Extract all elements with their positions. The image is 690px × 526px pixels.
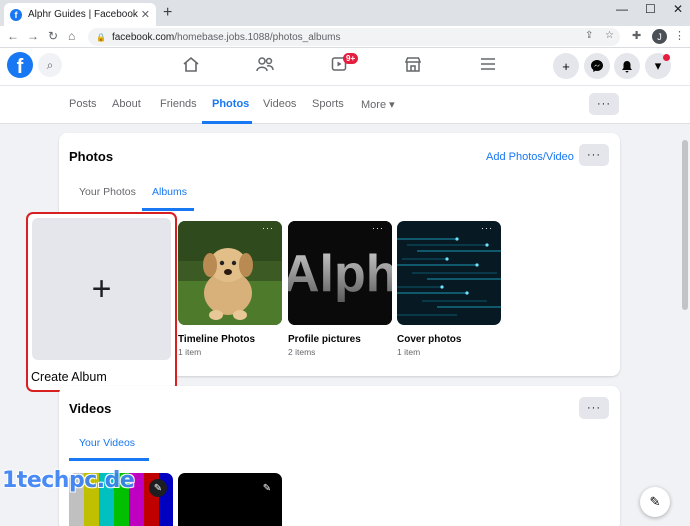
extensions-puzzle-icon[interactable]: ✚ [632, 29, 641, 42]
tab-friends[interactable]: Friends [160, 98, 197, 110]
album-cover-photos[interactable]: ··· Cover photos 1 item [397, 221, 501, 357]
marketplace-nav-icon[interactable] [404, 56, 422, 77]
friends-nav-icon[interactable] [256, 56, 274, 77]
facebook-favicon-icon: f [10, 8, 22, 21]
photos-card-title: Photos [69, 149, 114, 164]
facebook-logo[interactable]: f [7, 52, 33, 78]
edit-pencil-icon[interactable]: ✎ [258, 479, 276, 497]
compose-message-icon[interactable]: ✎ [640, 487, 670, 517]
url-path: /homebase.jobs.1088/photos_albums [174, 31, 341, 43]
album-options-icon[interactable]: ··· [262, 223, 274, 233]
album-thumbnail[interactable]: ··· [178, 221, 282, 325]
album-count: 1 item [178, 347, 202, 357]
create-plus-icon[interactable]: + [553, 53, 579, 79]
thumbnail-text: Alph [288, 245, 392, 303]
album-thumbnail[interactable]: ··· [397, 221, 501, 325]
search-icon[interactable]: ⌕ [38, 53, 62, 77]
tab-close-icon[interactable]: ✕ [141, 8, 150, 21]
home-nav-icon[interactable] [182, 56, 200, 77]
window-close-icon[interactable]: ✕ [673, 2, 683, 16]
minimize-icon[interactable]: — [616, 2, 628, 16]
create-album-label: Create Album [31, 370, 107, 384]
browser-tab[interactable]: f Alphr Guides | Facebook ✕ [4, 3, 156, 26]
create-album-plus-icon: + [32, 218, 171, 360]
tab-videos[interactable]: Videos [263, 98, 296, 110]
browser-tab-title: Alphr Guides | Facebook [28, 9, 138, 20]
video-thumbnail-black[interactable]: ✎ [178, 473, 282, 526]
subtab-your-photos[interactable]: Your Photos [79, 186, 136, 198]
circuit-photo [397, 221, 501, 325]
album-timeline-photos[interactable]: ··· Timeline Photos 1 item [178, 221, 282, 357]
alphr-logo-thumbnail: Alph [288, 221, 392, 325]
tab-photos[interactable]: Photos [212, 98, 249, 110]
videos-card-title: Videos [69, 401, 112, 416]
album-thumbnail[interactable]: Alph ··· [288, 221, 392, 325]
forward-icon[interactable]: → [27, 29, 39, 43]
watermark-text: 1techpc.de [2, 468, 135, 493]
album-profile-pictures[interactable]: Alph ··· Profile pictures 2 items [288, 221, 392, 357]
active-tab-indicator [202, 121, 252, 124]
tab-more[interactable]: More ▾ [361, 98, 395, 111]
maximize-icon[interactable]: ☐ [645, 2, 656, 16]
videos-subtab-indicator [69, 458, 149, 461]
notification-badge: 9+ [343, 53, 359, 64]
menu-nav-icon[interactable] [480, 56, 496, 76]
edit-pencil-icon[interactable]: ✎ [149, 479, 167, 497]
share-icon[interactable]: ⇪ [585, 30, 593, 41]
tab-sports[interactable]: Sports [312, 98, 344, 110]
home-icon[interactable]: ⌂ [68, 29, 75, 43]
album-count: 2 items [288, 347, 316, 357]
browser-profile-avatar[interactable]: J [652, 29, 667, 44]
profile-more-button[interactable]: ··· [589, 93, 619, 115]
bookmark-star-icon[interactable]: ☆ [605, 30, 614, 41]
subtab-albums[interactable]: Albums [152, 186, 187, 198]
browser-toolbar: ← → ↻ ⌂ 🔒 facebook.com/homebase.jobs.108… [0, 26, 690, 48]
album-name: Timeline Photos [178, 334, 256, 345]
subtab-your-videos[interactable]: Your Videos [79, 437, 135, 449]
profile-tabs-bar: Posts About Friends Photos Videos Sports… [0, 86, 690, 124]
album-options-icon[interactable]: ··· [372, 223, 384, 233]
new-tab-button[interactable]: + [163, 4, 172, 22]
browser-menu-icon[interactable]: ⋮ [674, 29, 685, 42]
album-options-icon[interactable]: ··· [481, 223, 493, 233]
tab-posts[interactable]: Posts [69, 98, 97, 110]
create-album-button[interactable]: + Create Album [26, 212, 177, 392]
back-icon[interactable]: ← [7, 29, 19, 43]
notifications-bell-icon[interactable] [614, 53, 640, 79]
photos-more-button[interactable]: ··· [579, 144, 609, 166]
reload-icon[interactable]: ↻ [48, 29, 58, 43]
messenger-icon[interactable] [584, 53, 610, 79]
album-name: Cover photos [397, 334, 462, 345]
puppy-photo [178, 221, 282, 325]
url-domain: facebook.com [111, 31, 175, 43]
add-photos-video-link[interactable]: Add Photos/Video [486, 151, 574, 163]
videos-more-button[interactable]: ··· [579, 397, 609, 419]
album-name: Profile pictures [288, 334, 361, 345]
browser-tab-strip: f Alphr Guides | Facebook ✕ + — ☐ ✕ [0, 0, 690, 26]
account-alert-dot [663, 54, 670, 61]
tab-about[interactable]: About [112, 98, 141, 110]
subtab-active-indicator [142, 208, 194, 211]
scrollbar-thumb[interactable] [682, 140, 688, 310]
facebook-header: f ⌕ 9+ + ▾ [0, 48, 690, 86]
lock-icon: 🔒 [96, 32, 106, 42]
album-count: 1 item [397, 347, 421, 357]
address-bar[interactable]: 🔒 facebook.com/homebase.jobs.1088/photos… [88, 28, 620, 46]
